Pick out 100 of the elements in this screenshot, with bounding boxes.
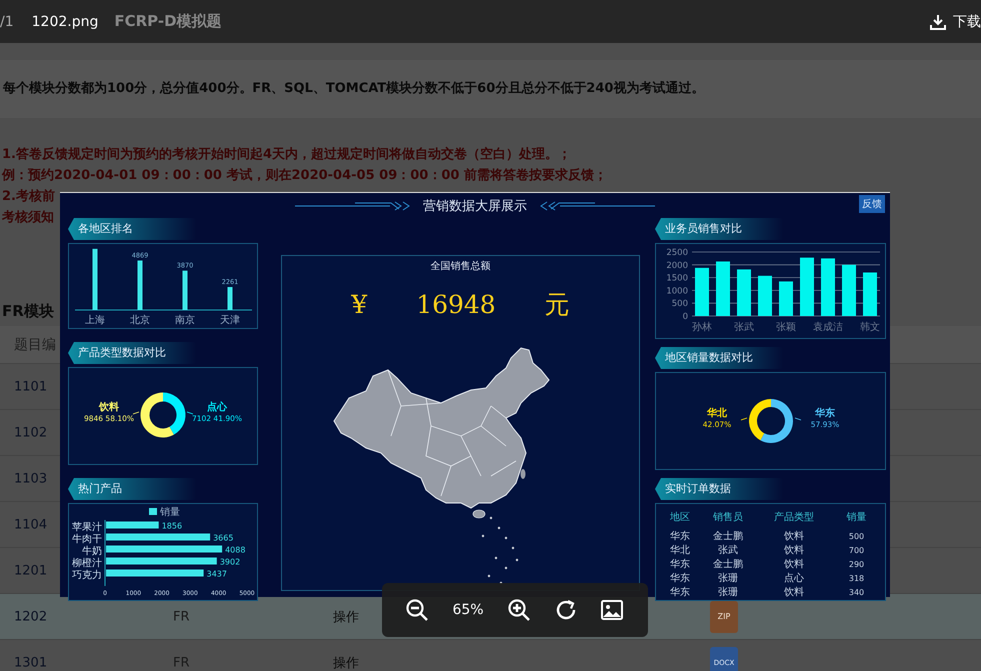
- rule-text: 例：预约2020-04-01 09：00：00 考试，则在2020-04-05 09：00：00 前需将答卷按要求反馈；: [2, 168, 607, 183]
- table-cell: 1101: [14, 379, 48, 394]
- zoom-out-button[interactable]: [405, 598, 430, 622]
- slice-name: 饮料: [99, 402, 119, 413]
- zoom-level: 65%: [452, 602, 484, 618]
- table-cell-text: 饮料: [783, 586, 805, 599]
- download-button[interactable]: 下载: [929, 12, 981, 30]
- zoom-in-button[interactable]: [506, 598, 531, 622]
- bar: [758, 276, 772, 316]
- axis-label: 上海: [85, 315, 105, 326]
- original-size-button[interactable]: [600, 598, 624, 622]
- unit-label: 元: [544, 289, 570, 321]
- action-link[interactable]: 操作: [333, 608, 359, 626]
- leader-line: [740, 418, 748, 420]
- table-cell-text: 340: [848, 588, 866, 596]
- tick-label: 1000: [666, 286, 688, 296]
- table-cell-text: 华北: [669, 544, 691, 557]
- table-cell-text: 500: [848, 532, 866, 540]
- table-cell: 1201: [14, 563, 48, 578]
- table-cell-text: 饮料: [783, 558, 805, 571]
- axis-label: 张武: [734, 322, 754, 333]
- column-header: 地区: [669, 510, 691, 524]
- table-cell-text: 318: [848, 574, 866, 582]
- table-cell: 1103: [14, 471, 48, 486]
- bar: [779, 281, 793, 316]
- axis-label: 张颖: [776, 322, 796, 333]
- axis-label: 孙林: [692, 322, 712, 333]
- table-cell-text: 700: [848, 546, 866, 554]
- table-cell-text: 金士鹏: [712, 558, 744, 571]
- table-cell: 1202: [14, 609, 48, 624]
- tick-label: 1500: [666, 274, 688, 284]
- table-cell: 1104: [14, 517, 48, 532]
- bar: [92, 248, 98, 310]
- rule-text: 1.答卷反馈规定时间为预约的考核开始时间起4天内，超过规定时间将做自动交卷（空白）处理。；: [2, 147, 572, 162]
- leader-line: [794, 418, 802, 420]
- bar: [842, 264, 856, 316]
- legend-swatch: [149, 508, 157, 515]
- axis-label: 巧克力: [72, 570, 102, 581]
- axis-label: 南京: [175, 315, 195, 326]
- bar: [863, 272, 877, 316]
- table-cell: FR: [173, 609, 190, 624]
- bar: [138, 260, 142, 310]
- axis-label: 柳橙汁: [72, 558, 102, 569]
- panel-title: 实时订单数据: [655, 478, 783, 500]
- value-label: 3665: [213, 534, 234, 542]
- table-cell-text: 饮料: [783, 530, 805, 543]
- table-cell-text: 点心: [783, 572, 805, 585]
- bar: [695, 268, 709, 316]
- panel-title: 产品类型数据对比: [68, 342, 196, 364]
- panel-title: 热门产品: [68, 478, 196, 500]
- axis-label: 天津: [220, 315, 240, 326]
- section-title: FR模块: [2, 302, 54, 320]
- page-counter: /1: [0, 14, 14, 30]
- table-cell-text: 张珊: [717, 586, 739, 599]
- feedback-button[interactable]: 反馈: [859, 195, 885, 213]
- slice-name: 点心: [207, 402, 227, 413]
- zip-file-icon[interactable]: ZIP: [710, 600, 738, 632]
- value-label: 1856: [162, 522, 182, 530]
- table-cell-text: 华东: [669, 572, 691, 585]
- tick-label: 500: [672, 299, 688, 310]
- column-header: 销售员: [712, 511, 744, 524]
- table-cell-text: 饮料: [783, 544, 805, 557]
- table-cell-text: 张武: [717, 544, 739, 557]
- panel-title: 全国销售总额: [430, 260, 492, 274]
- table-cell-text: 金士鹏: [712, 530, 744, 543]
- panel-title: 业务员销售对比: [655, 218, 783, 240]
- axis-label: 牛肉干: [72, 534, 102, 545]
- axis-label: 韩文: [860, 322, 880, 333]
- rule-text: 考核须知: [2, 210, 54, 225]
- tick-label: 0: [682, 312, 688, 322]
- axis-label: 袁成洁: [813, 322, 843, 333]
- table-cell-text: 华东: [669, 558, 691, 571]
- axis-label: 苹果汁: [72, 522, 102, 533]
- download-icon: [929, 12, 947, 30]
- slice-name: 华东: [815, 408, 835, 419]
- value-label: 3902: [220, 558, 240, 566]
- leader-line: [186, 412, 194, 414]
- leader-line: [132, 412, 140, 414]
- bar: [106, 522, 159, 528]
- panel-title: 地区销量数据对比: [655, 347, 783, 369]
- tick-label: 2500: [666, 248, 688, 258]
- bar: [821, 258, 835, 316]
- tick-label: 2000: [666, 260, 688, 271]
- table-cell-text: 华东: [669, 530, 691, 543]
- column-header: 销量: [846, 511, 868, 524]
- bar: [228, 287, 232, 310]
- zoom-out-icon: [405, 598, 430, 622]
- table-cell: 1102: [14, 425, 48, 440]
- notice-text: 每个模块分数都为100分，总分值400分。FR、SQL、TOMCAT模块分数不低于60分且总分不低于240视为考试通过。: [3, 81, 704, 96]
- zoom-in-icon: [506, 598, 531, 622]
- column-header: 产品类型: [773, 510, 815, 524]
- bar: [716, 261, 730, 316]
- value-label: 4088: [225, 546, 246, 554]
- panel-title: 各地区排名: [68, 218, 196, 240]
- image-icon: [600, 598, 624, 622]
- table-cell-text: 华东: [669, 586, 691, 599]
- rule-text: 2.考核前: [2, 189, 55, 204]
- slice-name: 华北: [707, 408, 727, 419]
- bar: [800, 258, 814, 316]
- table-cell-text: 张珊: [717, 572, 739, 585]
